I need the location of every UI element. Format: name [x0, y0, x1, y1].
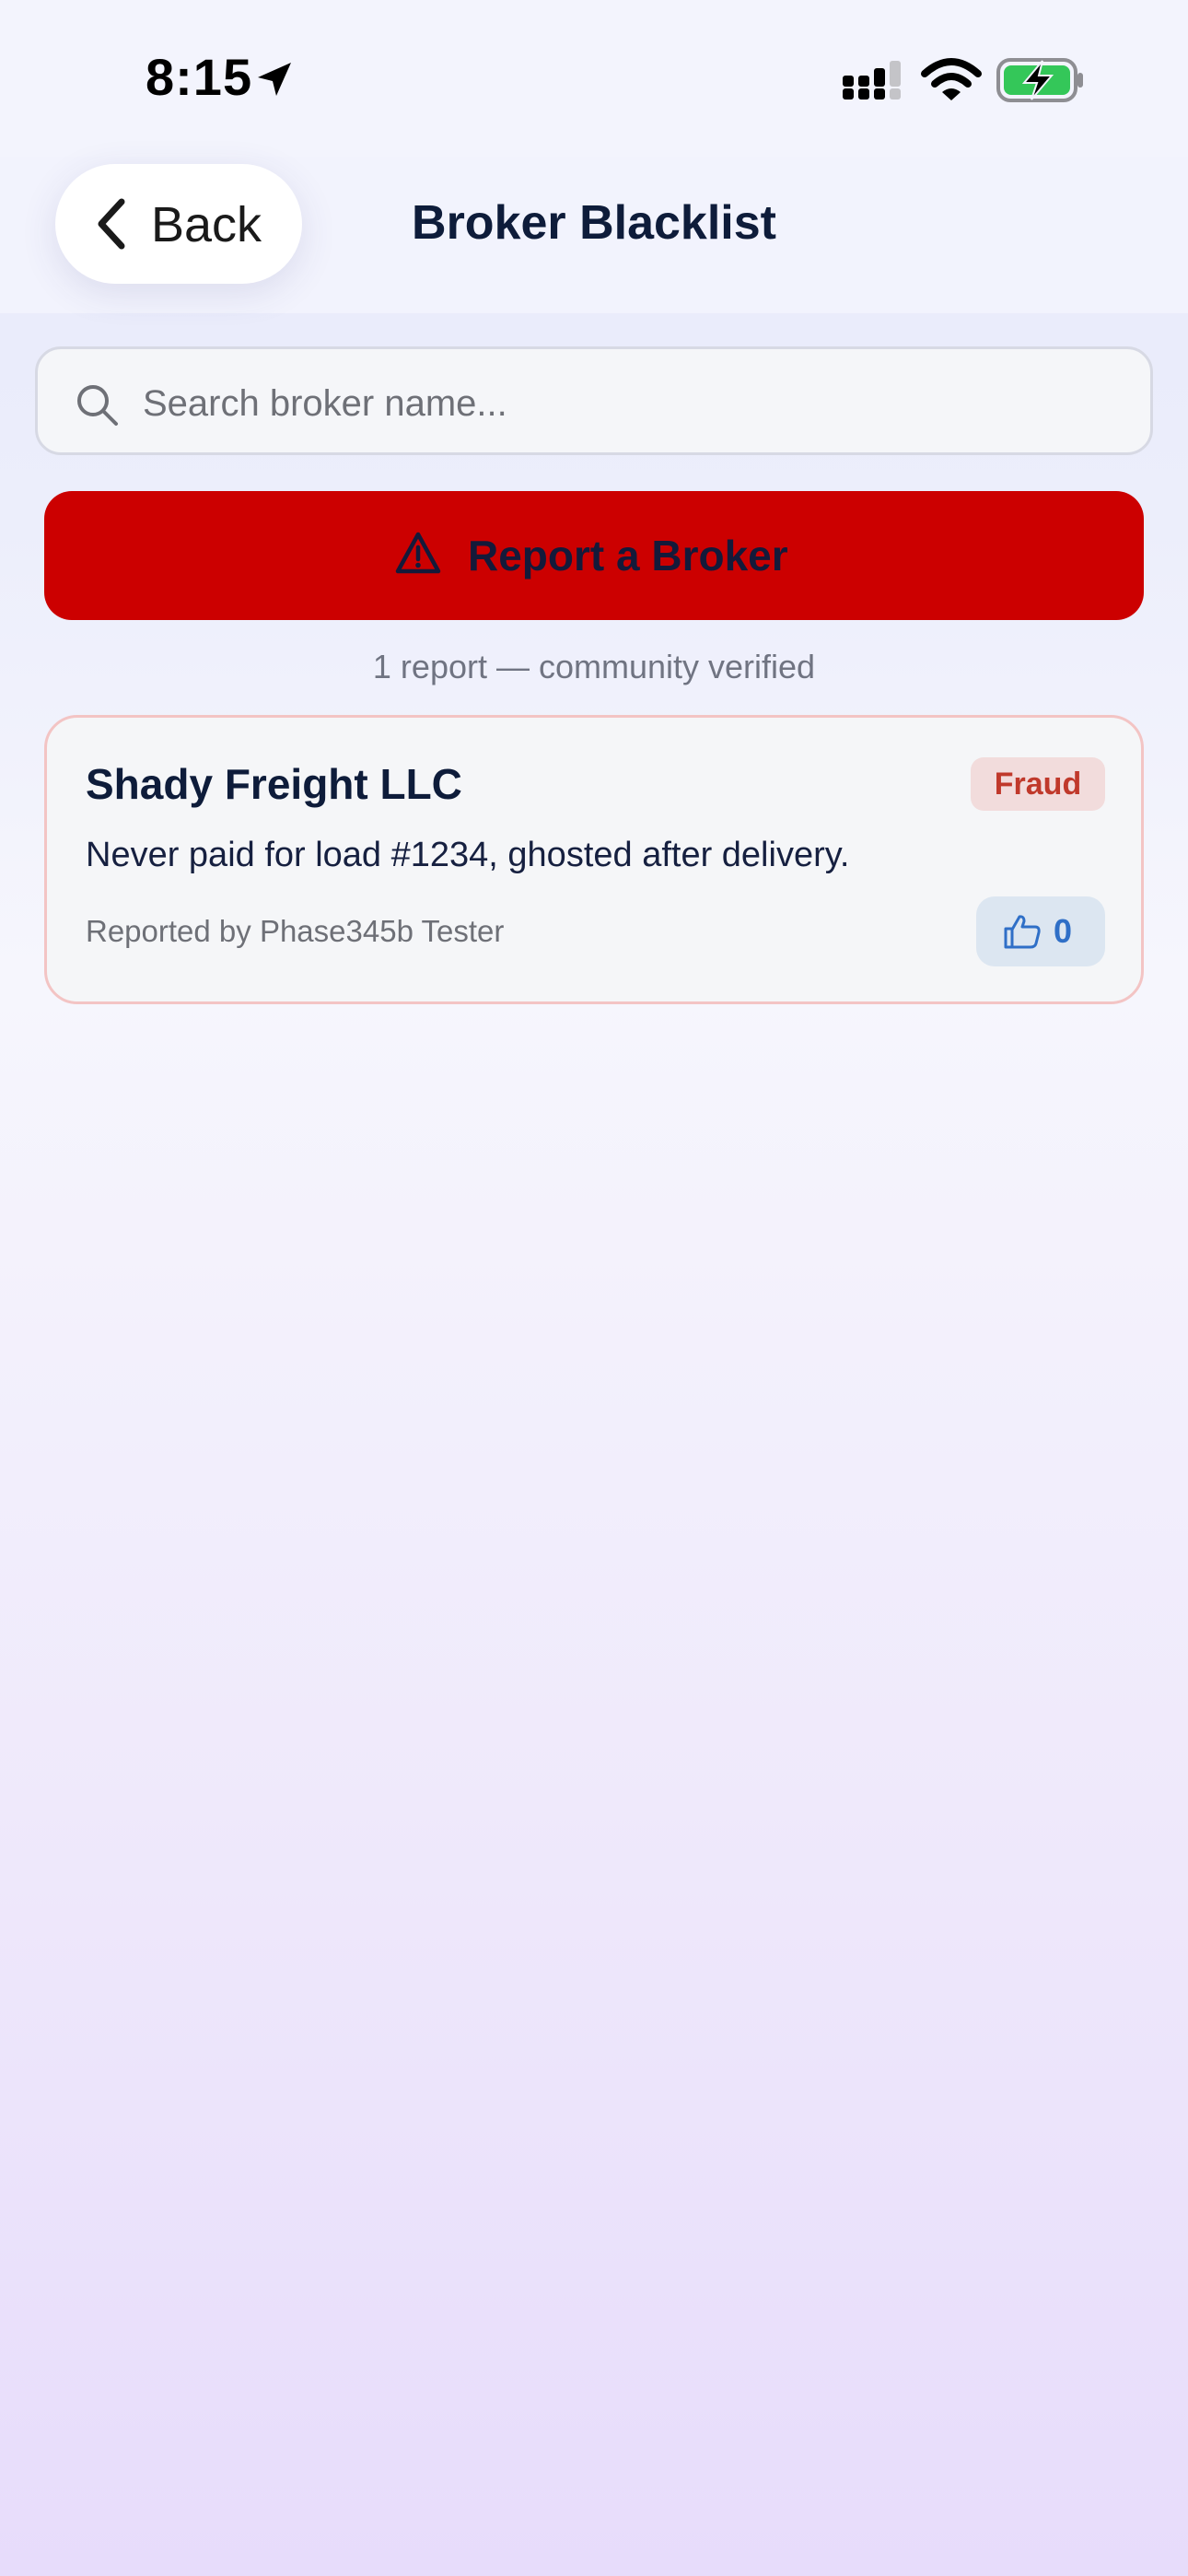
upvote-button[interactable]: 0 — [976, 896, 1105, 966]
report-count-text: 1 report — community verified — [372, 648, 816, 685]
report-description: Never paid for load #1234, ghosted after… — [86, 836, 850, 874]
thumbs-up-icon — [1002, 913, 1042, 954]
status-bar: 8:15 — [0, 0, 1188, 157]
reporter-text: Reported by Phase345b Tester — [86, 914, 505, 948]
page-title: Broker Blacklist — [412, 196, 776, 250]
warning-triangle-icon — [394, 530, 442, 582]
search-input[interactable] — [141, 373, 1121, 434]
wifi-icon — [921, 57, 982, 108]
status-time: 8:15 — [146, 48, 253, 106]
upvote-count: 0 — [1054, 912, 1073, 950]
search-bar[interactable] — [35, 346, 1153, 455]
cellular-signal-icon — [840, 61, 906, 106]
search-icon — [75, 382, 121, 433]
report-broker-label: Report a Broker — [468, 532, 788, 580]
broker-report-card[interactable]: Shady Freight LLC Fraud Never paid for l… — [44, 715, 1144, 1004]
battery-charging-icon — [996, 57, 1085, 108]
report-broker-button[interactable]: Report a Broker — [44, 491, 1144, 620]
location-arrow-icon — [252, 57, 297, 106]
category-badge: Fraud — [971, 757, 1105, 811]
broker-name: Shady Freight LLC — [86, 760, 462, 808]
